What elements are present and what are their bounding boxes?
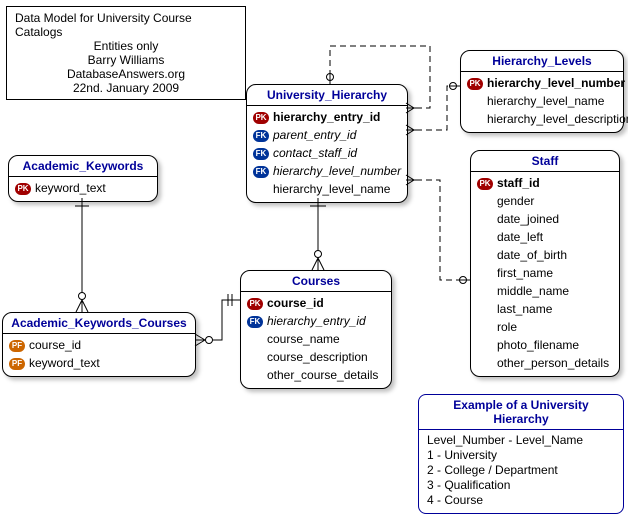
entity-courses: Courses PK course_id FK hierarchy_entry_id… [240, 270, 392, 389]
title-line: Entities only [15, 39, 237, 53]
attr-row: FK hierarchy_entry_id [241, 312, 391, 330]
attr-row: course_name [241, 330, 391, 348]
attr-text: staff_id [497, 176, 540, 190]
attr-row: PF course_id [3, 336, 195, 354]
attr-row: PK hierarchy_level_number [461, 74, 623, 92]
attr-row: PK staff_id [471, 174, 619, 192]
entity-academic-keywords-courses: Academic_Keywords_Courses PF course_id PF… [2, 312, 196, 377]
entity-title: Staff [471, 151, 619, 172]
example-line: Level_Number - Level_Name [427, 433, 615, 448]
attr-text: date_left [497, 230, 543, 244]
attr-text: hierarchy_entry_id [267, 314, 366, 328]
entity-title: Hierarchy_Levels [461, 51, 623, 72]
attr-text: course_id [267, 296, 324, 310]
attr-text: course_name [267, 332, 340, 346]
pf-icon: PF [9, 358, 25, 370]
entity-hierarchy-levels: Hierarchy_Levels PK hierarchy_level_numbe… [460, 50, 624, 133]
pk-icon: PK [15, 183, 31, 195]
attr-text: date_joined [497, 212, 559, 226]
attr-row: middle_name [471, 282, 619, 300]
attr-text: hierarchy_level_description [487, 112, 628, 126]
attr-row: PK course_id [241, 294, 391, 312]
attr-text: contact_staff_id [273, 146, 357, 160]
example-line: 3 - Qualification [427, 478, 615, 493]
attr-row: role [471, 318, 619, 336]
title-line: Data Model for University Course Catalog… [15, 11, 237, 39]
attr-row: PK hierarchy_entry_id [247, 108, 407, 126]
attr-text: hierarchy_entry_id [273, 110, 380, 124]
pf-icon: PF [9, 340, 25, 352]
attr-text: course_description [267, 350, 368, 364]
entity-title: University_Hierarchy [247, 85, 407, 106]
attr-text: role [497, 320, 517, 334]
attr-row: hierarchy_level_name [247, 180, 407, 198]
attr-text: photo_filename [497, 338, 579, 352]
attr-text: hierarchy_level_name [487, 94, 604, 108]
entity-staff: Staff PK staff_id gender date_joined date… [470, 150, 620, 377]
fk-icon: FK [253, 166, 269, 178]
attr-text: keyword_text [35, 181, 106, 195]
attr-text: keyword_text [29, 356, 100, 370]
title-line: DatabaseAnswers.org [15, 67, 237, 81]
attr-text: other_person_details [497, 356, 609, 370]
attr-row: hierarchy_level_description [461, 110, 623, 128]
attr-row: date_left [471, 228, 619, 246]
fk-icon: FK [253, 148, 269, 160]
attr-row: course_description [241, 348, 391, 366]
attr-row: last_name [471, 300, 619, 318]
attr-text: parent_entry_id [273, 128, 356, 142]
title-line: Barry Williams [15, 53, 237, 67]
pk-icon: PK [253, 112, 269, 124]
attr-text: date_of_birth [497, 248, 567, 262]
title-line: 22nd. January 2009 [15, 81, 237, 95]
attr-row: gender [471, 192, 619, 210]
attr-text: gender [497, 194, 534, 208]
attr-text: middle_name [497, 284, 569, 298]
attr-row: other_person_details [471, 354, 619, 372]
attr-row: FK hierarchy_level_number [247, 162, 407, 180]
attr-row: hierarchy_level_name [461, 92, 623, 110]
attr-text: first_name [497, 266, 553, 280]
attr-row: first_name [471, 264, 619, 282]
entity-academic-keywords: Academic_Keywords PK keyword_text [8, 155, 158, 202]
attr-text: hierarchy_level_name [273, 182, 390, 196]
example-line: 4 - Course [427, 493, 615, 508]
attr-text: last_name [497, 302, 552, 316]
attr-row: PF keyword_text [3, 354, 195, 372]
entity-university-hierarchy: University_Hierarchy PK hierarchy_entry_i… [246, 84, 408, 203]
attr-row: photo_filename [471, 336, 619, 354]
attr-text: hierarchy_level_number [273, 164, 401, 178]
attr-row: other_course_details [241, 366, 391, 384]
fk-icon: FK [247, 316, 263, 328]
fk-icon: FK [253, 130, 269, 142]
example-hierarchy-box: Example of a University Hierarchy Level_… [418, 394, 624, 514]
pk-icon: PK [247, 298, 263, 310]
pk-icon: PK [477, 178, 493, 190]
attr-text: other_course_details [267, 368, 378, 382]
entity-title: Academic_Keywords [9, 156, 157, 177]
attr-row: PK keyword_text [9, 179, 157, 197]
example-line: 2 - College / Department [427, 463, 615, 478]
attr-row: date_of_birth [471, 246, 619, 264]
example-line: 1 - University [427, 448, 615, 463]
attr-text: course_id [29, 338, 81, 352]
attr-row: FK contact_staff_id [247, 144, 407, 162]
attr-row: FK parent_entry_id [247, 126, 407, 144]
example-title: Example of a University Hierarchy [419, 395, 623, 430]
pk-icon: PK [467, 78, 483, 90]
entity-title: Academic_Keywords_Courses [3, 313, 195, 334]
attr-row: date_joined [471, 210, 619, 228]
diagram-title-box: Data Model for University Course Catalog… [6, 6, 246, 100]
attr-text: hierarchy_level_number [487, 76, 625, 90]
entity-title: Courses [241, 271, 391, 292]
